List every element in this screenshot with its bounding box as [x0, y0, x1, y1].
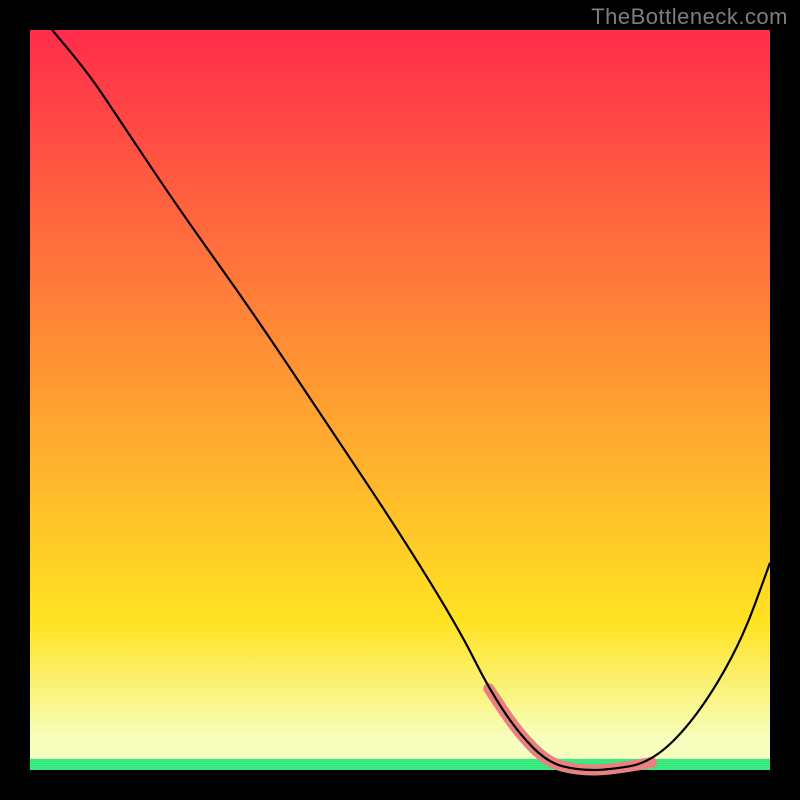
floor-band: [30, 759, 770, 770]
chart-root: TheBottleneck.com: [0, 0, 800, 800]
chart-svg: [0, 0, 800, 800]
plot-background: [30, 30, 770, 770]
attribution-label: TheBottleneck.com: [591, 4, 788, 30]
